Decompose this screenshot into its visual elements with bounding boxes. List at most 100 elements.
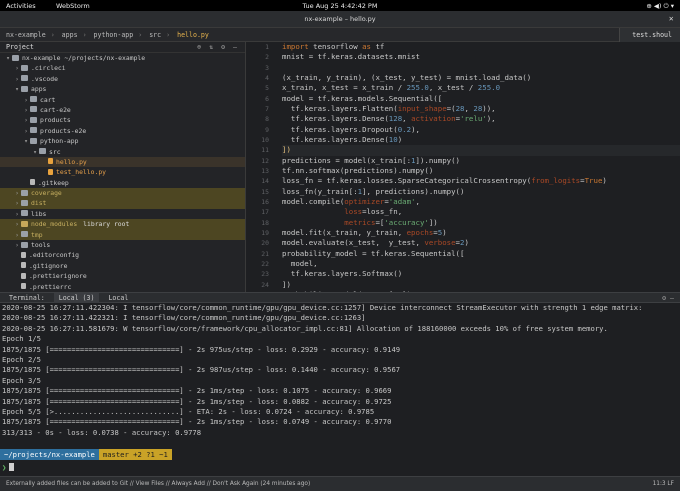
system-tray-icons[interactable]: ⊕ ◀) ⏻ ▾ <box>646 2 674 11</box>
tree-item[interactable]: ▾ nx-example ~/projects/nx-example <box>0 53 245 63</box>
caret-position[interactable]: 11:3 LF <box>653 477 674 491</box>
tree-item[interactable]: hello.py <box>0 156 245 168</box>
code-line[interactable]: tf.keras.layers.Softmax() <box>282 269 680 279</box>
tree-item[interactable]: ▾ python-app <box>0 136 245 146</box>
project-panel-title[interactable]: Project <box>6 43 34 51</box>
line-number: 24 <box>261 280 269 289</box>
tree-item[interactable]: .editorconfig <box>0 250 245 260</box>
code-line[interactable]: ​ <box>282 63 680 73</box>
project-panel-tools-icons[interactable]: ⊕ ⇅ ⚙ – <box>197 42 239 53</box>
code-line[interactable]: import tensorflow as tf <box>282 42 680 52</box>
chevron-right-icon[interactable]: › <box>13 240 21 250</box>
code-line[interactable]: ]) <box>282 145 680 156</box>
tree-item-label: .editorconfig <box>29 251 80 260</box>
text-cursor <box>9 463 15 471</box>
chevron-down-icon[interactable]: ▾ <box>31 147 39 157</box>
code-line[interactable]: model.fit(x_train, y_train, epochs=5) <box>282 228 680 238</box>
code-editor[interactable]: 1234567891011121314151617181920212223242… <box>246 42 680 292</box>
code-line[interactable]: tf.keras.layers.Dense(128, activation='r… <box>282 114 680 124</box>
chevron-right-icon[interactable]: › <box>13 219 21 229</box>
command-input-line[interactable]: ❯ <box>0 462 680 473</box>
code-line[interactable]: model, <box>282 259 680 269</box>
terminal-settings-icons[interactable]: ⚙ – <box>662 293 674 303</box>
tree-item[interactable]: › tools <box>0 240 245 250</box>
code-line[interactable]: probability_model = tf.keras.Sequential(… <box>282 249 680 259</box>
terminal-line: Epoch 2/5 <box>2 354 41 364</box>
system-top-bar: Activities WebStorm Tue Aug 25 4:42:42 P… <box>0 0 680 11</box>
tree-item[interactable]: .gitignore <box>0 261 245 271</box>
code-line[interactable]: (x_train, y_train), (x_test, y_test) = m… <box>282 73 680 83</box>
code-line[interactable]: tf.keras.layers.Dense(10) <box>282 135 680 145</box>
file-icon <box>21 283 26 290</box>
breadcrumb-item[interactable]: apps <box>62 31 78 39</box>
code-line[interactable]: x_train, x_test = x_train / 255.0, x_tes… <box>282 83 680 93</box>
chevron-right-icon[interactable]: › <box>13 74 21 84</box>
chevron-right-icon[interactable]: › <box>22 115 30 125</box>
tree-item[interactable]: › .vscode <box>0 74 245 84</box>
chevron-down-icon[interactable]: ▾ <box>22 136 30 146</box>
tree-item[interactable]: .prettierignore <box>0 271 245 281</box>
prompt-symbol: ❯ <box>2 463 7 472</box>
chevron-right-icon[interactable]: › <box>13 198 21 208</box>
tree-item[interactable]: › dist <box>0 198 245 209</box>
tree-item-label: node_modules <box>31 220 78 229</box>
chevron-right-icon[interactable]: › <box>13 63 21 73</box>
code-line[interactable]: model.compile(optimizer='adam', <box>282 197 680 207</box>
tree-item-label: .gitkeep <box>38 178 69 187</box>
terminal-tab-local[interactable]: Local <box>103 293 133 303</box>
chevron-right-icon[interactable]: › <box>22 105 30 115</box>
tree-item[interactable]: .prettierrc <box>0 282 245 292</box>
breadcrumb-item[interactable]: src <box>149 31 161 39</box>
chevron-right-icon[interactable]: › <box>13 230 21 240</box>
code-line[interactable]: tf.keras.layers.Dropout(0.2), <box>282 125 680 135</box>
breadcrumb-item[interactable]: python-app <box>94 31 134 39</box>
clock[interactable]: Tue Aug 25 4:42:42 PM <box>0 2 680 10</box>
code-line[interactable]: predictions = model(x_train[:1]).numpy() <box>282 156 680 166</box>
code-line[interactable]: tf.keras.layers.Flatten(input_shape=(28,… <box>282 104 680 114</box>
breadcrumb-item[interactable]: nx-example <box>6 31 46 39</box>
tree-item[interactable]: › cart <box>0 95 245 105</box>
tree-item[interactable]: ▾ apps <box>0 84 245 94</box>
code-line[interactable]: model.evaluate(x_test, y_test, verbose=2… <box>282 238 680 248</box>
terminal-line: 1875/1875 [=============================… <box>2 365 401 375</box>
chevron-right-icon[interactable]: › <box>22 95 30 105</box>
tree-item[interactable]: test_hello.py <box>0 167 245 177</box>
line-number: 16 <box>261 197 269 206</box>
tree-item[interactable]: .gitkeep <box>0 178 245 188</box>
code-line[interactable]: loss_fn(y_train[:1], predictions).numpy(… <box>282 187 680 197</box>
code-line[interactable]: loss=loss_fn, <box>282 207 680 217</box>
file-icon <box>30 179 35 186</box>
terminal-output[interactable]: 2020-08-25 16:27:11.422304: I tensorflow… <box>0 303 680 476</box>
chevron-right-icon[interactable]: › <box>13 209 21 219</box>
code-line[interactable]: mnist = tf.keras.datasets.mnist <box>282 52 680 62</box>
tree-item[interactable]: › products <box>0 115 245 125</box>
tree-item-label: products <box>40 116 71 125</box>
chevron-right-icon[interactable]: › <box>13 188 21 198</box>
code-line[interactable]: model = tf.keras.models.Sequential([ <box>282 94 680 104</box>
breadcrumb-item-current-file[interactable]: hello.py <box>177 31 209 39</box>
code-line[interactable]: loss_fn = tf.keras.losses.SparseCategori… <box>282 176 680 186</box>
tree-item[interactable]: › .circleci <box>0 63 245 73</box>
folder-icon <box>21 241 28 248</box>
status-message[interactable]: Externally added files can be added to G… <box>6 481 310 487</box>
tree-item[interactable]: › products-e2e <box>0 126 245 136</box>
folder-icon <box>30 116 37 123</box>
tree-item[interactable]: › node_modules library root <box>0 219 245 230</box>
code-line[interactable]: ]) <box>282 280 680 290</box>
tree-item[interactable]: ▾ src <box>0 147 245 157</box>
chevron-down-icon[interactable]: ▾ <box>13 84 21 94</box>
editor-tab-test-file[interactable]: test.shoul <box>619 28 680 42</box>
code-line[interactable]: tf.nn.softmax(predictions).numpy() <box>282 166 680 176</box>
close-icon[interactable]: ✕ <box>669 11 674 28</box>
tree-item[interactable]: › tmp <box>0 229 245 241</box>
tree-item[interactable]: › cart-e2e <box>0 105 245 115</box>
line-number: 15 <box>261 187 269 196</box>
tree-item[interactable]: › libs <box>0 209 245 219</box>
chevron-down-icon[interactable]: ▾ <box>4 53 12 63</box>
tree-item[interactable]: › coverage <box>0 188 245 199</box>
chevron-right-icon[interactable]: › <box>22 126 30 136</box>
code-area[interactable]: import tensorflow as tf mnist = tf.keras.… <box>282 42 680 292</box>
folder-icon <box>12 54 19 61</box>
line-number: 22 <box>261 259 269 268</box>
code-line[interactable]: metrics=['accuracy']) <box>282 218 680 228</box>
